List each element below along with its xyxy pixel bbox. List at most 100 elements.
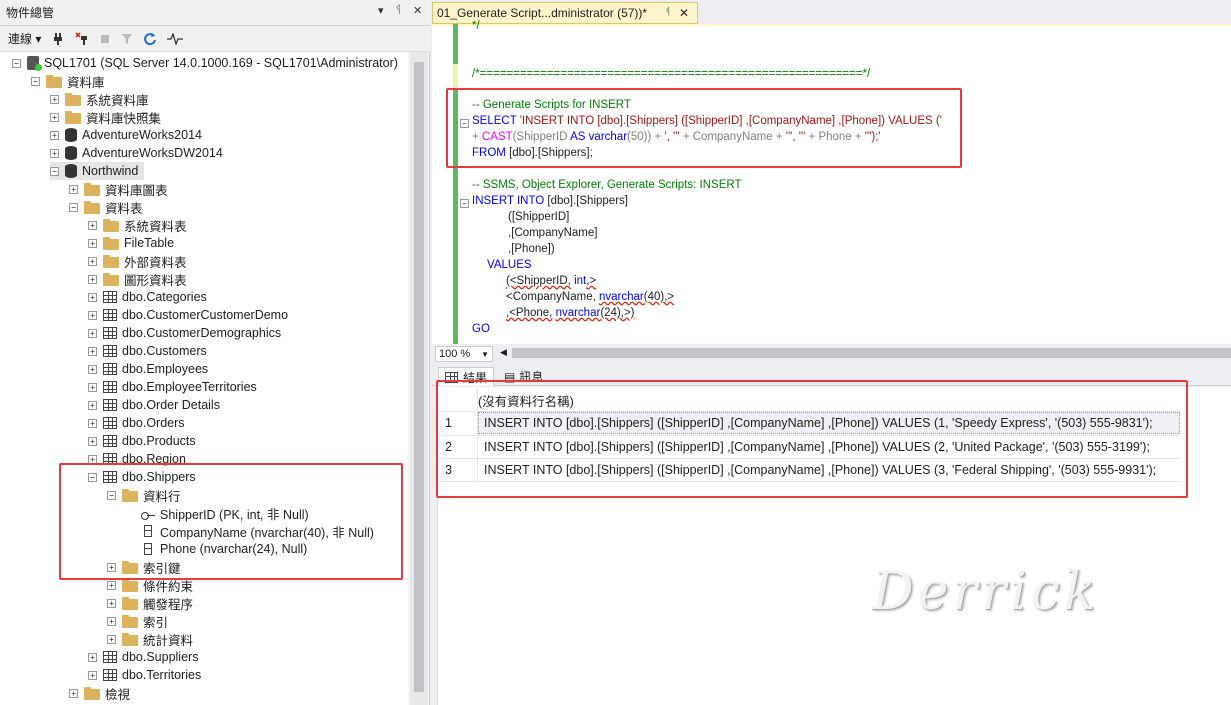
tree-node-label: dbo.Suppliers xyxy=(122,650,198,664)
collapse-icon[interactable]: − xyxy=(69,203,78,212)
tree-node[interactable]: −Northwind xyxy=(50,162,144,180)
tree-node[interactable]: +資料庫快照集 xyxy=(50,108,161,126)
expand-icon[interactable]: + xyxy=(88,257,97,266)
tree-node[interactable]: +系統資料表 xyxy=(88,216,187,234)
activity-monitor-icon[interactable] xyxy=(167,33,183,45)
tree-node[interactable]: + 圖形資料表 xyxy=(88,270,187,288)
pin-icon[interactable]: ᛩ xyxy=(395,4,402,16)
scroll-left-icon[interactable]: ◀ xyxy=(500,347,507,358)
table-icon xyxy=(103,669,117,681)
expand-icon[interactable]: + xyxy=(88,419,97,428)
expand-icon[interactable]: + xyxy=(88,347,97,356)
tree-node-label: 資料庫 xyxy=(67,72,105,91)
expand-icon[interactable]: + xyxy=(88,329,97,338)
expand-icon[interactable]: + xyxy=(88,437,97,446)
code-line: INSERT INTO [dbo].[Shippers] xyxy=(472,193,628,209)
code-line: ,[CompanyName] xyxy=(508,225,597,241)
tree-scrollbar[interactable] xyxy=(410,52,428,705)
stop-icon[interactable] xyxy=(99,33,111,45)
database-icon xyxy=(65,128,77,142)
editor-horizontal-scrollbar[interactable] xyxy=(512,348,1231,358)
tree-node[interactable]: + 外部資料表 xyxy=(88,252,187,270)
zoom-select[interactable]: 100 %▼ xyxy=(435,346,493,362)
collapse-icon[interactable]: − xyxy=(31,77,40,86)
expand-icon[interactable]: + xyxy=(50,95,59,104)
tree-node-label: 統計資料 xyxy=(143,630,193,649)
disconnect-icon[interactable] xyxy=(75,32,89,46)
expand-icon[interactable]: + xyxy=(50,131,59,140)
code-line: -- SSMS, Object Explorer, Generate Scrip… xyxy=(472,177,742,193)
tree-node[interactable]: +dbo.Categories xyxy=(88,288,207,306)
code-line: <CompanyName, nvarchar(40),> xyxy=(506,289,674,305)
refresh-icon[interactable] xyxy=(143,32,157,46)
tree-node[interactable]: +dbo.CustomerDemographics xyxy=(88,324,281,342)
tree-node[interactable]: + dbo.Suppliers xyxy=(88,648,198,666)
table-icon xyxy=(103,651,117,663)
expand-icon[interactable]: + xyxy=(50,113,59,122)
tree-node[interactable]: +dbo.Employees xyxy=(88,360,208,378)
tree-node[interactable]: −資料表 xyxy=(69,198,143,216)
tree-node-label: 外部資料表 xyxy=(124,252,187,271)
expand-icon[interactable]: + xyxy=(88,653,97,662)
tree-node-label: dbo.CustomerCustomerDemo xyxy=(122,308,288,322)
expand-icon[interactable]: + xyxy=(69,185,78,194)
folder-icon xyxy=(65,113,81,124)
expand-icon[interactable]: + xyxy=(88,401,97,410)
tree-node-label: dbo.Orders xyxy=(122,416,185,430)
folder-icon xyxy=(103,239,119,250)
tree-node[interactable]: + dbo.CustomerCustomerDemo xyxy=(88,306,288,324)
expand-icon[interactable]: + xyxy=(107,581,116,590)
tree-node[interactable]: +AdventureWorksDW2014 xyxy=(50,144,223,162)
filter-icon[interactable] xyxy=(121,33,133,45)
tree-node[interactable]: +dbo.EmployeeTerritories xyxy=(88,378,257,396)
tree-node[interactable]: +資料庫圖表 xyxy=(69,180,168,198)
database-icon xyxy=(65,164,77,178)
tree-node[interactable]: +系統資料庫 xyxy=(50,90,149,108)
expand-icon[interactable]: + xyxy=(88,239,97,248)
expand-icon[interactable]: + xyxy=(88,365,97,374)
folder-icon xyxy=(122,617,138,628)
expand-icon[interactable]: + xyxy=(88,221,97,230)
scrollbar-thumb[interactable] xyxy=(414,62,424,692)
expand-icon[interactable]: + xyxy=(50,149,59,158)
expand-icon[interactable]: + xyxy=(107,635,116,644)
code-line: ,[Phone]) xyxy=(508,241,555,257)
collapse-icon[interactable]: − xyxy=(50,167,59,176)
close-icon[interactable]: ✕ xyxy=(413,4,422,17)
expand-icon[interactable]: + xyxy=(88,275,97,284)
tree-node[interactable]: +dbo.Order Details xyxy=(88,396,220,414)
expand-icon[interactable]: + xyxy=(88,293,97,302)
tab-pin-icon[interactable]: ᛩ xyxy=(665,7,671,18)
tree-node[interactable]: −SQL1701 (SQL Server 14.0.1000.169 - SQL… xyxy=(12,54,398,72)
dropdown-icon[interactable]: ▾ xyxy=(378,4,384,17)
tree-node[interactable]: − 資料庫 xyxy=(31,72,105,90)
tree-node[interactable]: +AdventureWorks2014 xyxy=(50,126,202,144)
highlight-box xyxy=(436,380,1188,498)
expand-icon[interactable]: + xyxy=(88,383,97,392)
code-line: ([ShipperID] xyxy=(508,209,569,225)
expand-icon[interactable]: + xyxy=(69,689,78,698)
tree-node[interactable]: +dbo.Customers xyxy=(88,342,207,360)
object-explorer-title-bar: 物件總管 ▾ ᛩ ✕ xyxy=(0,0,430,26)
tree-node[interactable]: +索引 xyxy=(107,612,168,630)
connect-button[interactable]: 連線 ▾ xyxy=(8,30,41,47)
tree-node[interactable]: +FileTable xyxy=(88,234,174,252)
expand-icon[interactable]: + xyxy=(107,617,116,626)
tree-node[interactable]: +dbo.Products xyxy=(88,432,196,450)
tree-node[interactable]: +觸發程序 xyxy=(107,594,193,612)
tree-node[interactable]: + dbo.Orders xyxy=(88,414,185,432)
expand-icon[interactable]: + xyxy=(107,599,116,608)
folder-icon xyxy=(122,635,138,646)
tree-node[interactable]: + 統計資料 xyxy=(107,630,193,648)
expand-icon[interactable]: + xyxy=(88,311,97,320)
tree-node[interactable]: + dbo.Territories xyxy=(88,666,201,684)
outline-collapse-icon[interactable]: − xyxy=(460,199,469,208)
tree-node-label: dbo.Territories xyxy=(122,668,201,682)
connect-plug-icon[interactable] xyxy=(51,32,65,46)
tree-node[interactable]: +檢視 xyxy=(69,684,130,702)
expand-icon[interactable]: + xyxy=(88,671,97,680)
tree-node-label: 圖形資料表 xyxy=(124,270,187,289)
table-icon xyxy=(103,417,117,429)
collapse-icon[interactable]: − xyxy=(12,59,21,68)
tab-close-icon[interactable]: ✕ xyxy=(679,6,689,20)
